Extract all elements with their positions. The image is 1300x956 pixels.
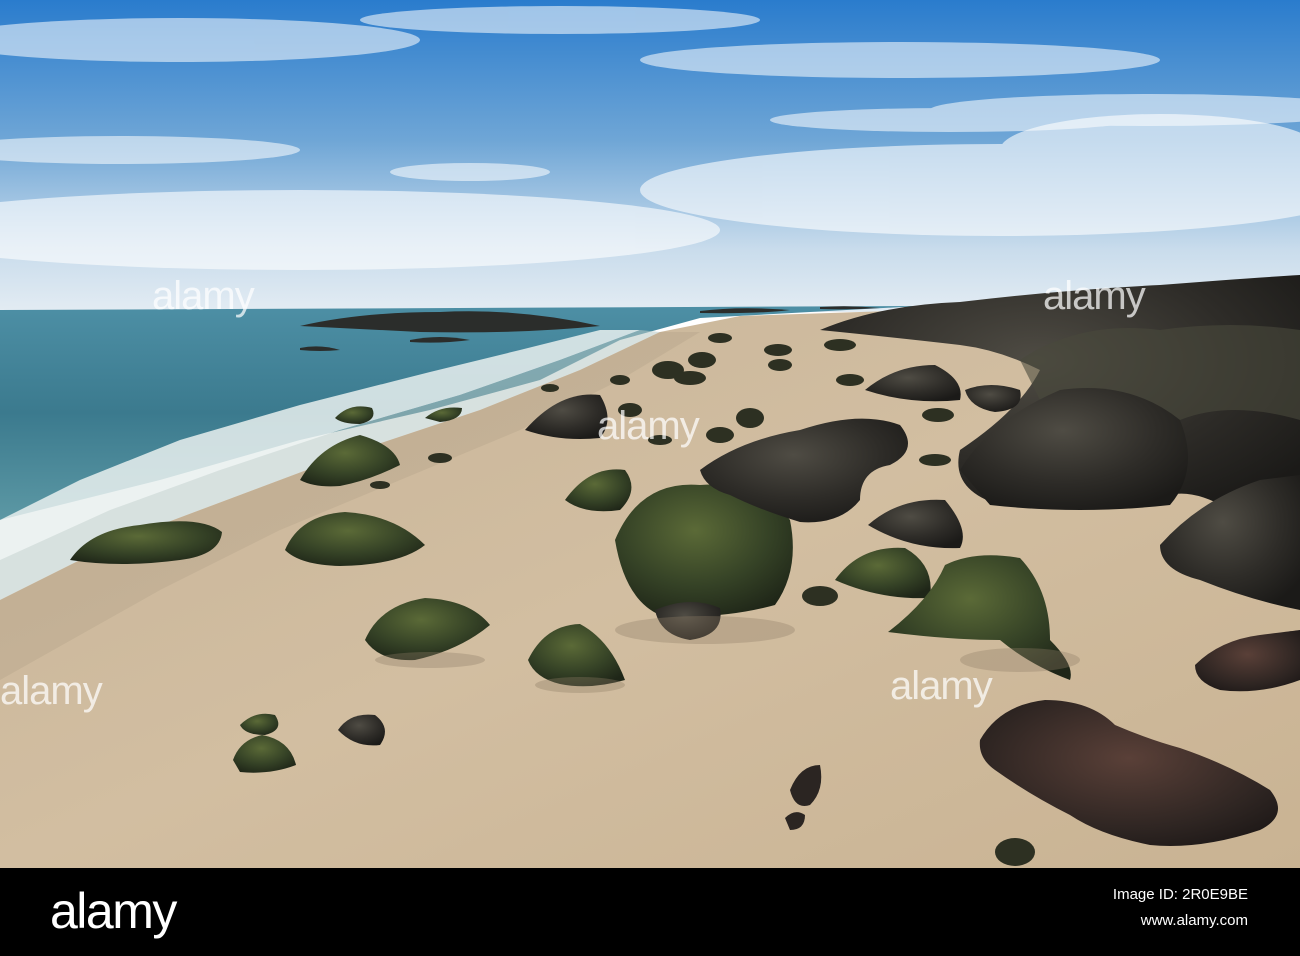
- image-id: Image ID: 2R0E9BE: [1112, 886, 1248, 903]
- site-url: www.alamy.com: [1140, 912, 1248, 929]
- image-meta: Image ID: 2R0E9BE www.alamy.com: [1113, 882, 1248, 934]
- stock-photo-frame: alamy alamy alamy alamy alamy alamy Imag…: [0, 0, 1300, 956]
- stock-photo-footer: alamy Image ID: 2R0E9BE www.alamy.com: [0, 868, 1300, 956]
- brand-logo-text: alamy: [50, 883, 177, 939]
- beach-rocks-photo: [0, 0, 1300, 868]
